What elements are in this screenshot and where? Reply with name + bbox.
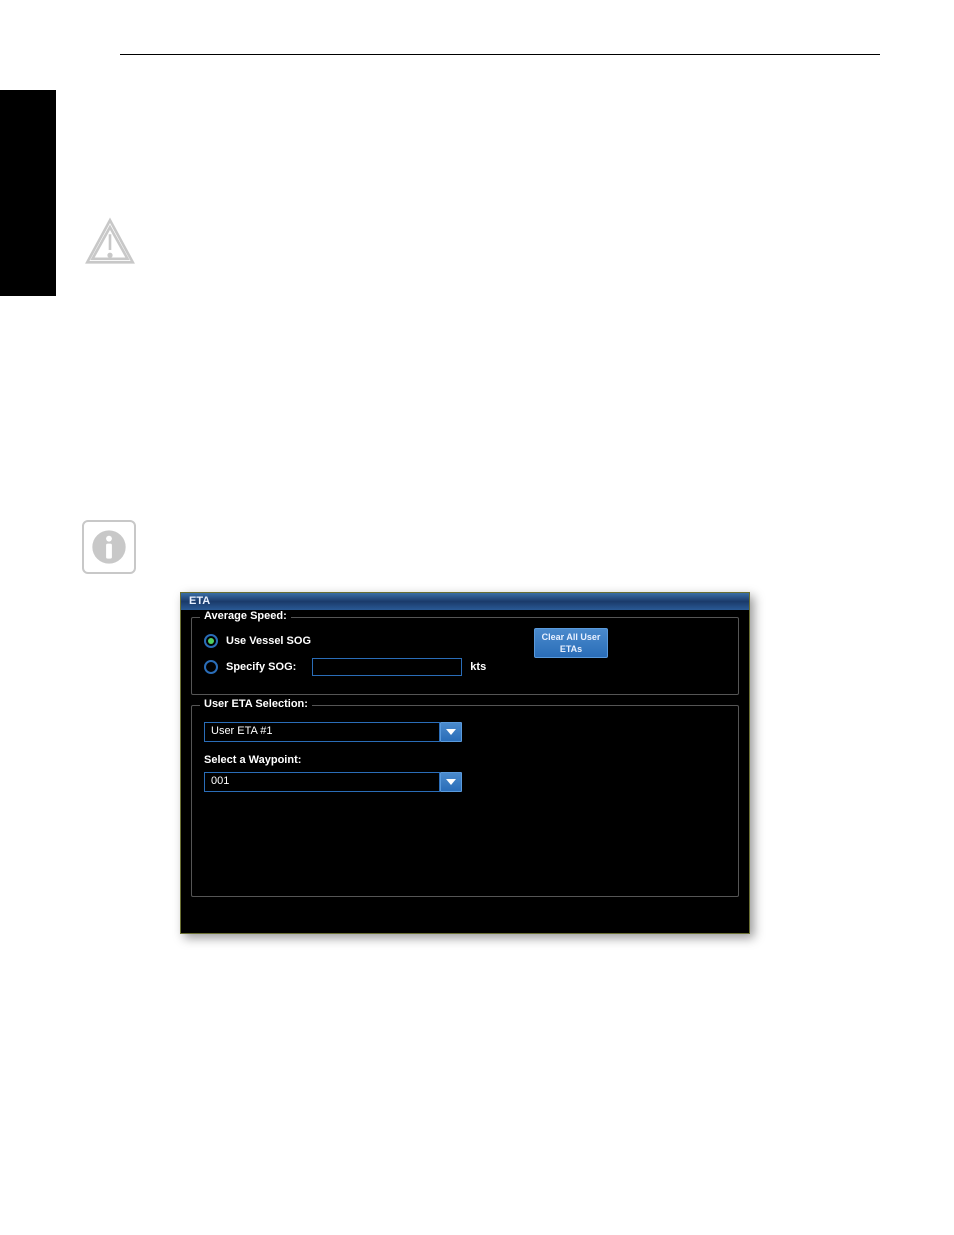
warning-icon (82, 215, 138, 271)
average-speed-legend: Average Speed: (200, 610, 291, 622)
eta-dialog: ETA Average Speed: Use Vessel SOG Specif… (180, 592, 750, 934)
page-margin-tab (0, 90, 56, 296)
dialog-title: ETA (189, 595, 210, 607)
user-eta-legend: User ETA Selection: (200, 698, 312, 710)
sog-unit-label: kts (470, 661, 486, 673)
page-divider (120, 54, 880, 55)
specify-sog-input[interactable] (312, 658, 462, 676)
waypoint-dropdown[interactable]: 001 (204, 772, 440, 792)
clear-button-line2: ETAs (535, 644, 607, 656)
waypoint-value: 001 (211, 775, 229, 787)
user-eta-value: User ETA #1 (211, 725, 273, 737)
use-vessel-sog-label: Use Vessel SOG (226, 635, 311, 647)
clear-button-line1: Clear All User (535, 632, 607, 644)
radio-selected-indicator (208, 638, 214, 644)
average-speed-fieldset: Average Speed: Use Vessel SOG Specify SO… (191, 617, 739, 695)
user-eta-dropdown[interactable]: User ETA #1 (204, 722, 440, 742)
specify-sog-label: Specify SOG: (226, 661, 296, 673)
specify-sog-radio[interactable] (204, 660, 218, 674)
use-vessel-sog-radio[interactable] (204, 634, 218, 648)
waypoint-dropdown-button[interactable] (440, 772, 462, 792)
user-eta-dropdown-button[interactable] (440, 722, 462, 742)
select-waypoint-label: Select a Waypoint: (204, 754, 726, 766)
dialog-titlebar[interactable]: ETA (181, 593, 749, 611)
info-icon (82, 520, 136, 574)
chevron-down-icon (445, 727, 457, 737)
clear-all-user-etas-button[interactable]: Clear All User ETAs (534, 628, 608, 658)
chevron-down-icon (445, 777, 457, 787)
user-eta-selection-fieldset: User ETA Selection: User ETA #1 Select a… (191, 705, 739, 897)
